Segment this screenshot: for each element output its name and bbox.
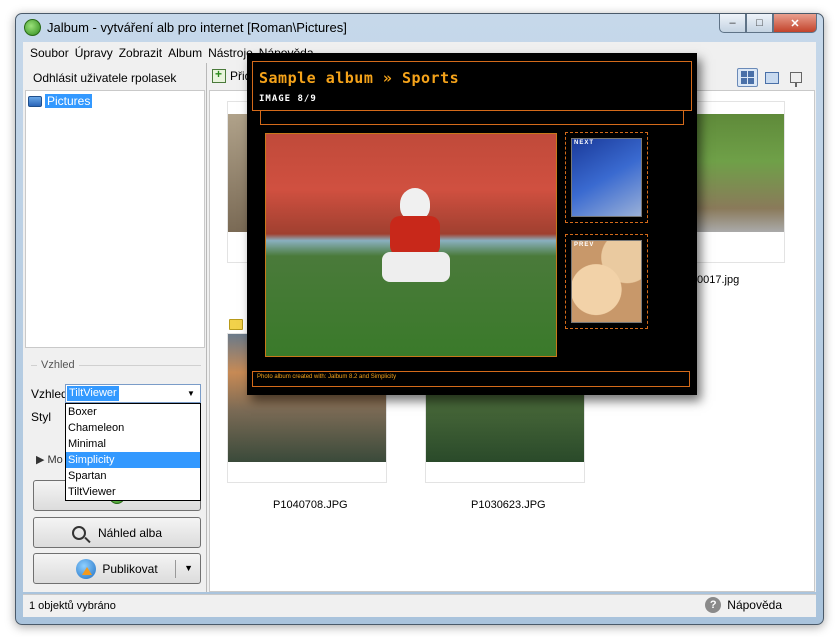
list-view-button[interactable]	[761, 68, 782, 87]
menu-soubor[interactable]: Soubor	[27, 46, 72, 60]
skin-dropdown-list[interactable]: Boxer Chameleon Minimal Simplicity Spart…	[65, 403, 201, 501]
slideshow-view-button[interactable]	[785, 68, 806, 87]
preview-divider	[260, 111, 684, 125]
styl-label: Styl	[31, 410, 52, 424]
preview-title: Sample album » Sports	[259, 69, 460, 87]
skin-preview-popup: Sample album » Sports IMAGE 8/9 NEXT PRE…	[247, 53, 697, 395]
football-player-image	[382, 188, 452, 318]
jalbum-logo-icon	[24, 19, 41, 36]
close-button[interactable]: ✕	[773, 14, 817, 33]
preview-footer: Photo album created with: Jalbum 8.2 and…	[252, 371, 690, 387]
dropdown-option-boxer[interactable]: Boxer	[66, 404, 200, 420]
status-bar: 1 objektů vybráno ? Nápověda	[23, 594, 816, 617]
publish-label: Publikovat	[102, 561, 158, 576]
preview-next-thumb: NEXT	[565, 132, 648, 223]
globe-upload-icon	[76, 558, 97, 579]
list-view-icon	[764, 71, 779, 84]
preview-subtitle: IMAGE 8/9	[259, 94, 317, 104]
folder-pictures-icon	[28, 95, 42, 107]
section-title: Vzhled	[41, 359, 75, 371]
menu-upravy[interactable]: Úpravy	[72, 46, 116, 60]
left-panel: Odhlásit uživatele rpolasek Pictures Vzh…	[23, 63, 207, 592]
preview-prev-thumb: PREV	[565, 234, 648, 329]
preview-album-button[interactable]: Náhled alba	[33, 517, 201, 548]
menu-zobrazit[interactable]: Zobrazit	[116, 46, 165, 60]
preview-header: Sample album » Sports IMAGE 8/9	[252, 61, 692, 111]
prev-tag: PREV	[574, 242, 595, 248]
preview-album-label: Náhled alba	[97, 525, 163, 540]
thumbnail-caption: P1040708.JPG	[273, 499, 348, 511]
magnifier-icon	[71, 525, 86, 540]
folder-tree[interactable]: Pictures	[25, 90, 205, 348]
dropdown-option-chameleon[interactable]: Chameleon	[66, 420, 200, 436]
skin-select[interactable]: TiltViewer ▼	[65, 384, 201, 403]
window-controls: – □ ✕	[719, 14, 817, 33]
skin-select-value: TiltViewer	[67, 386, 119, 401]
thumbnail-item[interactable]	[687, 101, 785, 263]
window-title: Jalbum - vytváření alb pro internet [Rom…	[47, 20, 347, 35]
section-heading-vzhled: Vzhled	[31, 359, 201, 371]
thumbnail-view-button[interactable]	[737, 68, 758, 87]
menu-album[interactable]: Album	[165, 46, 205, 60]
dropdown-option-minimal[interactable]: Minimal	[66, 436, 200, 452]
help-label: Nápověda	[727, 598, 782, 612]
tree-item-label: Pictures	[45, 94, 93, 108]
slideshow-view-icon	[789, 72, 802, 87]
chevron-down-icon[interactable]: ▼	[184, 563, 193, 573]
publish-button[interactable]: Publikovat ▼	[33, 553, 201, 584]
chevron-down-icon[interactable]: ▼	[184, 386, 198, 401]
title-bar: Jalbum - vytváření alb pro internet [Rom…	[16, 14, 823, 42]
dropdown-option-spartan[interactable]: Spartan	[66, 468, 200, 484]
add-button[interactable]: Přid	[212, 67, 251, 83]
more-settings-toggle[interactable]: ▶ Mo	[36, 453, 63, 466]
help-icon: ?	[705, 597, 722, 613]
next-tag: NEXT	[574, 140, 595, 146]
dropdown-option-tiltviewer[interactable]: TiltViewer	[66, 484, 200, 500]
thumbnail-view-icon	[741, 71, 754, 84]
help-button[interactable]: ? Nápověda	[705, 597, 782, 613]
tree-item-pictures[interactable]: Pictures	[28, 94, 93, 108]
add-icon	[212, 67, 226, 83]
view-switcher	[734, 68, 806, 87]
vzhled-label: Vzhled	[31, 387, 68, 401]
status-text: 1 objektů vybráno	[29, 600, 116, 612]
thumbnail-caption: P1030623.JPG	[471, 499, 546, 511]
minimize-button[interactable]: –	[719, 14, 746, 33]
logout-link[interactable]: Odhlásit uživatele rpolasek	[33, 71, 176, 85]
preview-main-image	[265, 133, 557, 357]
dropdown-option-simplicity[interactable]: Simplicity	[66, 452, 200, 468]
maximize-button[interactable]: □	[746, 14, 773, 33]
folder-icon	[229, 319, 243, 330]
thumbnail-caption: 0017.jpg	[697, 274, 740, 286]
preview-credit: Photo album created with: Jalbum 8.2 and…	[257, 374, 397, 380]
